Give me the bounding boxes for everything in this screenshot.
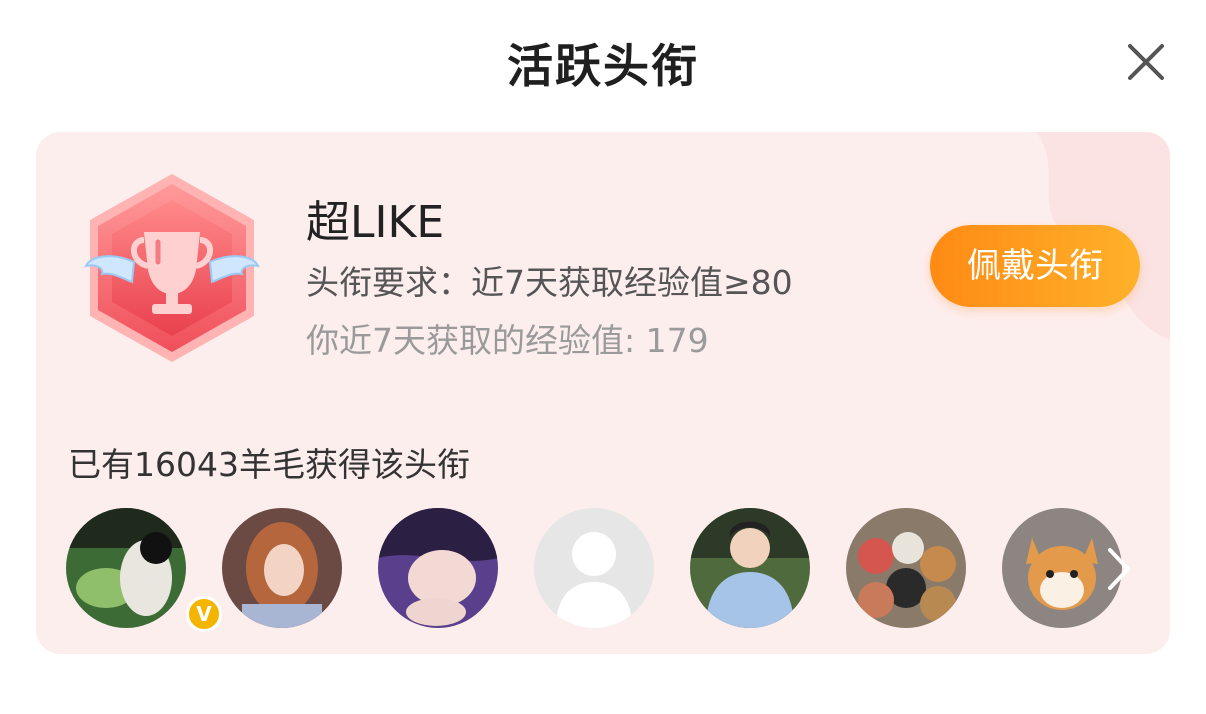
title-requirement: 头衔要求：近7天获取经验值≥80 [306, 263, 793, 302]
close-button[interactable] [1122, 38, 1170, 86]
more-avatars-button[interactable] [1104, 546, 1134, 592]
avatar[interactable] [222, 508, 342, 628]
avatar[interactable] [66, 508, 186, 628]
owner-avatar-list: V [66, 508, 1146, 632]
chevron-right-icon [1108, 548, 1130, 590]
your-experience: 你近7天获取的经验值: 179 [306, 321, 709, 360]
avatar[interactable] [378, 508, 498, 628]
badge-icon [82, 170, 262, 366]
avatar[interactable] [846, 508, 966, 628]
avatar[interactable] [534, 508, 654, 628]
title-name: 超LIKE [306, 197, 445, 248]
title-dialog: 活跃头衔 超LIKE 头衔要求：近7天获取经验值≥80 你近7天获取的经验值: … [0, 0, 1206, 714]
title-card: 超LIKE 头衔要求：近7天获取经验值≥80 你近7天获取的经验值: 179 佩… [36, 132, 1170, 654]
dialog-title: 活跃头衔 [507, 39, 699, 93]
verified-badge-icon: V [186, 596, 222, 632]
owners-count-text: 已有16043羊毛获得该头衔 [68, 445, 470, 484]
avatar[interactable] [690, 508, 810, 628]
close-icon [1128, 44, 1164, 80]
wear-title-button[interactable]: 佩戴头衔 [930, 225, 1140, 307]
